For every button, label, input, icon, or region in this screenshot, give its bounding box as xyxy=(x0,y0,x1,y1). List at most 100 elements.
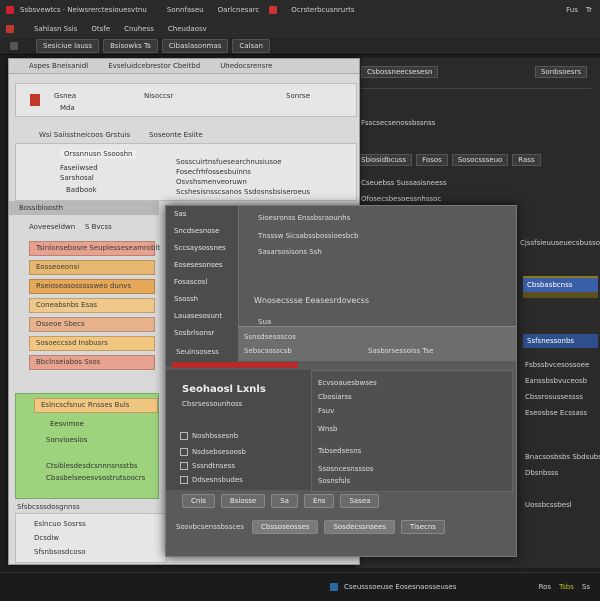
section2-list-5[interactable]: Scshesisnsscsanos Ssdosnsbsiseroeus xyxy=(176,188,310,196)
dialog-right-item-4[interactable]: Wnsb xyxy=(318,425,337,433)
footer-button-4[interactable]: Ens xyxy=(303,494,335,508)
section2-list-3[interactable]: Fosecfrhfossesbuinns xyxy=(176,168,251,176)
right-pane-header-2[interactable]: Sonbsoesrs xyxy=(534,66,587,78)
footer-button-3[interactable]: Sa xyxy=(271,494,298,508)
folder-icon[interactable] xyxy=(10,42,18,50)
footer2-item-2[interactable]: Cbssoseosses xyxy=(252,520,319,534)
stripe-item[interactable]: Coneabsnbs Esas xyxy=(29,298,155,313)
right-pane-header-1[interactable]: Csbossneecsesesn xyxy=(361,66,439,78)
toolbar-item-1[interactable]: Sahlasn Ssis xyxy=(34,25,77,33)
right-row-0[interactable]: Fsscsecsenossbssnss xyxy=(361,116,435,130)
dialog-menu-item-7[interactable]: Lauasesosunt xyxy=(166,308,238,325)
right-chip-3[interactable]: Sosocssseuo xyxy=(451,154,509,166)
status-right-1[interactable]: Ros xyxy=(539,583,551,591)
dialog-menu-item-1[interactable]: Sas xyxy=(166,206,238,223)
menu-item-1[interactable]: Sonnfaseu xyxy=(167,6,204,14)
tab-2[interactable]: Bsisowks Ts xyxy=(103,39,158,53)
dialog-menu-item-6[interactable]: Ssossh xyxy=(166,291,238,308)
tab-1[interactable]: Sesiciue lauss xyxy=(36,39,100,53)
green-item-3[interactable]: Ctsiblesdesdcsnnnsnsstbs xyxy=(46,462,137,470)
right-row-5[interactable]: Eanssbsbvuceosb xyxy=(525,374,587,388)
dialog-right-item-5[interactable]: Tsbsedsesns xyxy=(318,447,361,455)
dialog-field[interactable]: Sua xyxy=(258,318,271,326)
left-field-2[interactable]: Nisoccsr xyxy=(144,92,173,100)
selected-item[interactable]: Cbsbasbcnss xyxy=(523,278,598,292)
right-chip-4[interactable]: Rass xyxy=(512,154,541,166)
green-item-2[interactable]: Sonvioesios xyxy=(46,436,87,444)
dialog-menu-item-4[interactable]: Eosesesonses xyxy=(166,257,238,274)
right-bottom-2[interactable]: Dbsnbsss xyxy=(525,466,558,480)
home-icon[interactable] xyxy=(6,25,14,33)
left-list-3[interactable]: Badbook xyxy=(66,186,97,194)
tab-4[interactable]: Calsan xyxy=(232,39,270,53)
status-right-2[interactable]: Tsbs xyxy=(559,583,574,591)
dialog-menu-item-8[interactable]: Sosbrlsonsr xyxy=(166,325,238,342)
topbar-right-1[interactable]: Fus xyxy=(566,6,578,14)
menu-item-2[interactable]: Oarlcnesarc xyxy=(218,6,260,14)
checkbox-4[interactable]: Ddsesnsbudes xyxy=(180,476,243,484)
footer2-item-1[interactable]: Sosvbcsenssbssces xyxy=(176,523,244,531)
menu-item-3[interactable]: Ocrsterbcusnrurts xyxy=(291,6,354,14)
tab-3[interactable]: Cibaslasonmas xyxy=(161,39,229,53)
right-row-6[interactable]: Cbssrosussessss xyxy=(525,390,583,404)
footer-button-2[interactable]: Bsiosse xyxy=(220,494,266,508)
dialog-menu-item-2[interactable]: Sncdsesnose xyxy=(166,223,238,240)
bottom-list-3[interactable]: Sfsnbsosdcoso xyxy=(34,548,86,556)
right-bottom-3[interactable]: Uossbcssbesl xyxy=(525,498,572,512)
stripe-item[interactable]: Rseioseasosssssweo dunvs xyxy=(29,279,155,294)
dialog-head-3: Sasarsosisons Ssh xyxy=(258,248,322,256)
status-right-3[interactable]: Ss xyxy=(582,583,590,591)
dialog-right-item-6[interactable]: Ssosncesnsssos xyxy=(318,465,374,473)
dialog-right-item-3[interactable]: Fsuv xyxy=(318,407,334,415)
section2-list-4[interactable]: Osvshsmenveoruwn xyxy=(176,178,247,186)
dialog-right-item-2[interactable]: Cbosiarss xyxy=(318,393,352,401)
dialog-menu-item-3[interactable]: Sccsaysossnes xyxy=(166,240,238,257)
alert-icon[interactable] xyxy=(269,6,278,14)
green-panel-header[interactable]: Eslncscfsnuc Rnsses Buls xyxy=(34,398,158,413)
selected-item-2[interactable]: Ssfsnessonbs xyxy=(523,334,598,348)
dialog-selection-row[interactable]: Ssnsdsesoscos Sebscsosscsb Sasbsrsessois… xyxy=(238,326,516,361)
checkbox-3[interactable]: Sssndtnsess xyxy=(180,462,235,470)
footer2-item-4[interactable]: Tisecns xyxy=(401,520,445,534)
toolbar-item-4[interactable]: Cheudaosv xyxy=(168,25,207,33)
selection-row-1: Ssnsdsesoscos xyxy=(244,333,296,341)
checkbox-1[interactable]: Noshbssesnb xyxy=(180,432,238,440)
dialog-right-item-1[interactable]: Ecvsoauesbwses xyxy=(318,379,377,387)
footer-button-5[interactable]: Sasea xyxy=(340,494,380,508)
footer2-item-3[interactable]: Sosdecssnsees xyxy=(324,520,396,534)
right-bottom-1[interactable]: Bnacsosbsbs Sbdsubsss xyxy=(525,450,600,464)
dialog-menu-item-5[interactable]: Fosascosl xyxy=(166,274,238,291)
footer-button-1[interactable]: Cnis xyxy=(182,494,215,508)
bottom-list-1[interactable]: Eslncuo Sosrss xyxy=(34,520,86,528)
left-list-2[interactable]: Sarshosal xyxy=(60,174,94,182)
right-chip-1[interactable]: Sbiosidbcuss xyxy=(355,154,413,166)
left-list-1[interactable]: Faseiiwsed xyxy=(60,164,98,172)
right-row-2[interactable]: Ofosecsbesoessnhssoc xyxy=(361,192,441,206)
bottom-list-2[interactable]: Dcsdiw xyxy=(34,534,59,542)
topbar-right-2[interactable]: Tr xyxy=(586,6,592,14)
right-chip-2[interactable]: Fosos xyxy=(416,154,448,166)
left-field-sub: Mda xyxy=(60,104,75,112)
left-field-1[interactable]: Gsnea xyxy=(54,92,76,100)
dialog-bold-title: Seohaosl Lxnls xyxy=(182,384,266,395)
left-field-3[interactable]: Sonrse xyxy=(286,92,310,100)
toolbar-item-3[interactable]: Cnuhess xyxy=(124,25,154,33)
right-row-4[interactable]: Fsbssbvcesossoee xyxy=(525,358,589,372)
right-row-7[interactable]: Eseosbse Ecssass xyxy=(525,406,587,420)
right-row-1[interactable]: Cseuebss Sussasisneess xyxy=(361,176,447,190)
toolbar-item-2[interactable]: Otsfe xyxy=(91,25,110,33)
section2-list-2[interactable]: Sosscuirtnsfuesearchnusiusoe xyxy=(176,158,282,166)
green-item-4[interactable]: Cbasbelseoesvsostrutsoocrs xyxy=(46,474,145,482)
dialog-right-item-7[interactable]: Sosnsfsls xyxy=(318,477,350,485)
section2-list-1[interactable]: Orssnnusn Ssooshn xyxy=(60,150,137,158)
section2-panel: Orssnnusn Ssooshn Sosscuirtnsfuesearchnu… xyxy=(15,143,357,201)
stripe-item[interactable]: Osseoe Sbecs xyxy=(29,317,155,332)
right-row-3[interactable]: Cjssfsieuuseuecsbussos xyxy=(520,236,600,250)
stripe-item[interactable]: Tsinlonsebosre Seuplesseseamroblt xyxy=(29,241,160,256)
stripe-item[interactable]: Sosoeccssd Insbusrs xyxy=(29,336,155,351)
right-chip-row: Sbiosidbcuss Fosos Sosocssseuo Rass xyxy=(355,154,600,166)
checkbox-2[interactable]: Nsdsebsesoosb xyxy=(180,448,246,456)
stripe-item[interactable]: Bbclnseiabos Ssos xyxy=(29,355,155,370)
stripe-item[interactable]: Eosseoeonsi xyxy=(29,260,155,275)
green-item-1[interactable]: Eesvimoe xyxy=(50,420,84,428)
